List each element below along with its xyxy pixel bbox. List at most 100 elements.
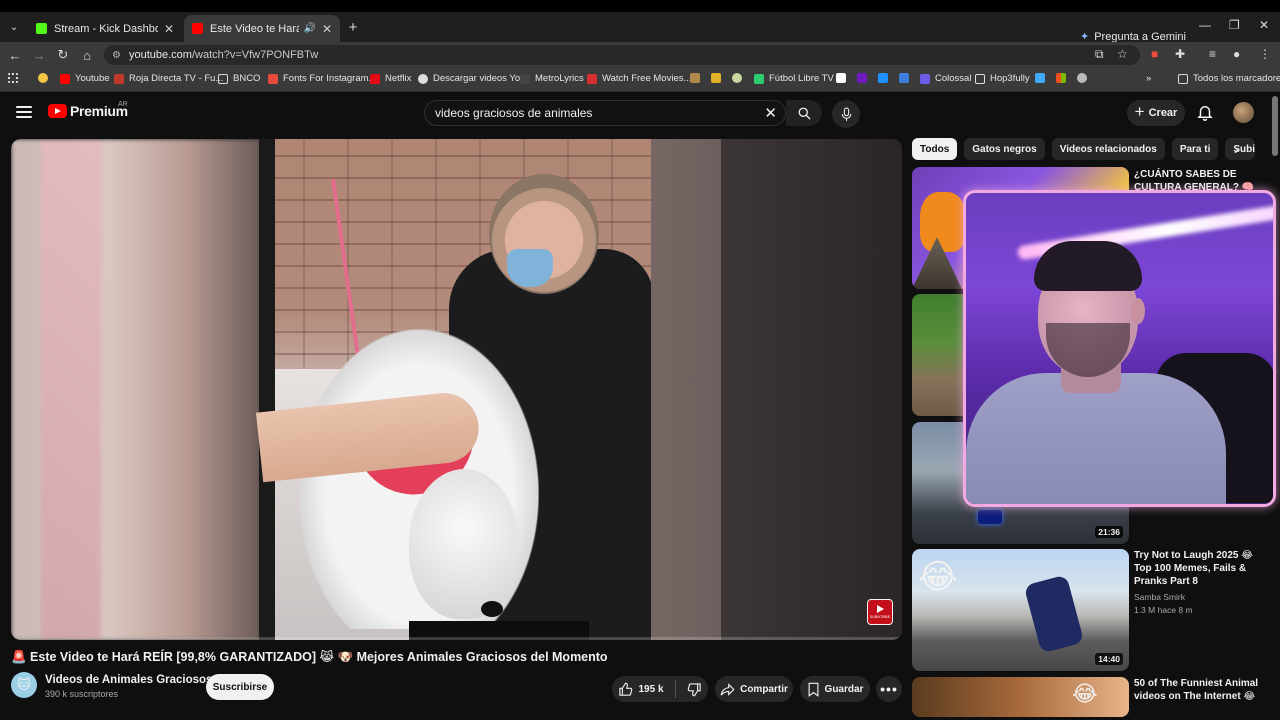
chip-para-ti[interactable]: Para ti	[1171, 138, 1219, 160]
duration-badge: 14:40	[1095, 653, 1123, 665]
youtube-premium-logo[interactable]: Premium AR	[48, 101, 128, 119]
bookmark-watch-free[interactable]: Watch Free Movies...	[587, 73, 691, 84]
dislike-icon[interactable]	[687, 682, 702, 697]
save-button[interactable]: Guardar	[800, 676, 870, 702]
clear-search-icon[interactable]: ✕	[764, 104, 777, 122]
video-blur-right	[651, 139, 902, 640]
bookmark-hop3fully[interactable]: Hop3fully	[975, 73, 1030, 84]
video-title: 🚨 Este Video te Hará REÍR [99,8% GARANTI…	[11, 650, 608, 664]
related-thumbnail[interactable]: 😂	[912, 677, 1129, 717]
bookmark-fonts[interactable]: Fonts For Instagram...	[268, 73, 376, 84]
extensions-puzzle-icon[interactable]: ✚	[1175, 47, 1185, 61]
bookmark-icon-j[interactable]	[1077, 73, 1087, 83]
new-tab-button[interactable]: +	[345, 19, 361, 36]
filter-chips: Todos Gatos negros Videos relacionados P…	[912, 138, 1262, 162]
notifications-bell-icon[interactable]	[1196, 103, 1214, 121]
search-button[interactable]	[786, 100, 822, 126]
home-icon[interactable]: ⌂	[79, 47, 95, 63]
apps-grid-icon[interactable]	[8, 73, 18, 83]
video-progress-bar[interactable]	[11, 637, 902, 640]
subscribe-button[interactable]: Suscribirse	[206, 674, 274, 700]
tab-search-button[interactable]: ⌄	[4, 17, 24, 37]
chip-videos-relacionados[interactable]: Videos relacionados	[1051, 138, 1165, 160]
media-controls-icon[interactable]: ≡	[1209, 47, 1216, 61]
roja-directa-icon	[114, 73, 124, 84]
profile-avatar-icon[interactable]: ●	[1233, 47, 1240, 61]
reload-icon[interactable]: ↻	[55, 47, 71, 63]
bookmark-icon-a[interactable]	[690, 73, 700, 83]
bookmark-icon-g[interactable]	[899, 73, 909, 83]
install-app-icon[interactable]: ⧉	[1095, 47, 1104, 62]
voice-search-button[interactable]	[832, 100, 860, 128]
related-title[interactable]: Try Not to Laugh 2025 😂 Top 100 Memes, F…	[1134, 549, 1264, 588]
youtube-page: Premium AR videos graciosos de animales …	[0, 92, 1280, 720]
bookmark-metrolyrics[interactable]: MetroLyrics	[520, 73, 584, 84]
url-host: youtube.com	[128, 49, 192, 61]
close-window-icon[interactable]: ✕	[1259, 18, 1269, 32]
all-bookmarks[interactable]: Todos los marcadores	[1178, 73, 1280, 84]
play-icon	[876, 605, 884, 613]
account-avatar[interactable]	[1233, 102, 1254, 123]
bookmark-youtube[interactable]: Youtube	[60, 73, 110, 84]
minimize-icon[interactable]: —	[1199, 18, 1211, 32]
youtube-play-icon	[48, 104, 67, 118]
more-actions-button[interactable]: •••	[876, 676, 902, 702]
gemini-label: Pregunta a Gemini	[1094, 30, 1186, 43]
bookmark-icon-c[interactable]	[732, 73, 742, 83]
download-icon	[418, 73, 428, 84]
forward-icon[interactable]: →	[31, 47, 47, 63]
related-title[interactable]: 50 of The Funniest Animal videos on The …	[1134, 677, 1264, 703]
tab-youtube-video[interactable]: Este Video te Hará REÍR 🔊 ✕	[184, 15, 340, 42]
create-button[interactable]: + Crear	[1127, 100, 1185, 126]
bookmark-icon-i[interactable]	[1056, 73, 1066, 83]
close-tab-icon[interactable]: ✕	[322, 22, 332, 36]
address-bar-row: ← → ↻ ⌂ ⚙ youtube.com /watch?v=Vfw7PONFB…	[0, 42, 1280, 68]
tab-kick-dashboard[interactable]: Stream - Kick Dashboard ✕	[28, 15, 182, 42]
bookmark-colossal[interactable]: Colossal	[920, 73, 971, 84]
video-player[interactable]: SUBSCRIBE	[11, 139, 902, 640]
speaker-icon[interactable]: 🔊	[303, 23, 315, 34]
related-thumbnail[interactable]: 😂 14:40	[912, 549, 1129, 671]
fonts-icon	[268, 73, 278, 84]
close-tab-icon[interactable]: ✕	[164, 22, 174, 36]
bookmark-descargar[interactable]: Descargar videos Yo...	[418, 73, 528, 84]
bookmark-bnco[interactable]: BNCO	[218, 73, 260, 84]
site-info-icon[interactable]: ⚙	[112, 50, 121, 61]
tab-title: Este Video te Hará REÍR	[210, 22, 300, 35]
channel-name[interactable]: Videos de Animales Graciosos	[45, 674, 212, 686]
bookmark-icon-e[interactable]	[857, 73, 867, 83]
more-bookmarks-icon[interactable]: »	[1146, 73, 1151, 84]
chevron-right-icon[interactable]: ›	[1234, 141, 1239, 157]
bookmark-icon-f[interactable]	[878, 73, 888, 83]
search-input[interactable]: videos graciosos de animales ✕	[424, 100, 786, 126]
youtube-favicon-icon	[192, 23, 203, 34]
chip-todos[interactable]: Todos	[912, 138, 958, 160]
page-scrollbar[interactable]	[1272, 96, 1278, 696]
channel-avatar[interactable]: 🐱	[11, 672, 37, 698]
subscribe-watermark[interactable]: SUBSCRIBE	[867, 599, 893, 625]
share-label: Compartir	[740, 683, 788, 695]
share-button[interactable]: Compartir	[715, 676, 793, 702]
back-icon[interactable]: ←	[7, 47, 23, 63]
more-icon: •••	[880, 681, 898, 697]
like-icon[interactable]	[618, 682, 633, 697]
bookmark-icon-b[interactable]	[711, 73, 721, 83]
browser-menu-icon[interactable]: ⋮	[1259, 47, 1271, 61]
extension-red-icon[interactable]: ■	[1151, 47, 1158, 61]
bookmark-icon-h[interactable]	[1035, 73, 1045, 83]
chip-subidos[interactable]: Subidos	[1225, 138, 1256, 160]
restore-icon[interactable]: ❐	[1229, 18, 1240, 32]
chip-gatos-negros[interactable]: Gatos negros	[964, 138, 1045, 160]
bookmark-futbol-libre[interactable]: Fútbol Libre TV	[754, 73, 834, 84]
laughing-emoji-icon: 😂	[918, 558, 958, 596]
url-field[interactable]: ⚙ youtube.com /watch?v=Vfw7PONFBTw	[104, 45, 1140, 65]
bookmark-star-icon[interactable]: ☆	[1117, 47, 1128, 61]
country-code: AR	[118, 101, 128, 108]
related-channel[interactable]: Samba Smirk	[1134, 591, 1185, 603]
bookmark-icon-d[interactable]	[836, 73, 846, 83]
bookmark-emoji[interactable]	[38, 73, 48, 83]
like-count[interactable]: 195 k	[638, 684, 663, 695]
menu-icon[interactable]	[16, 104, 32, 120]
bookmark-netflix[interactable]: Netflix	[370, 73, 411, 84]
bookmark-roja-directa[interactable]: Roja Directa TV - Fu...	[114, 73, 223, 84]
